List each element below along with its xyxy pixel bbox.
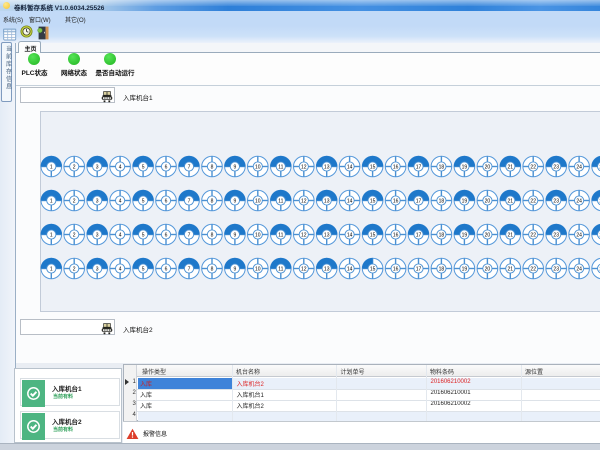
svg-text:12: 12 xyxy=(301,164,307,170)
svg-text:13: 13 xyxy=(324,266,330,272)
svg-text:24: 24 xyxy=(576,198,582,204)
svg-text:14: 14 xyxy=(347,164,353,170)
svg-text:17: 17 xyxy=(416,266,422,272)
svg-text:23: 23 xyxy=(553,198,559,204)
svg-text:22: 22 xyxy=(530,198,536,204)
svg-text:22: 22 xyxy=(530,232,536,238)
svg-text:14: 14 xyxy=(347,198,353,204)
svg-text:9: 9 xyxy=(234,198,237,204)
svg-text:21: 21 xyxy=(508,198,514,204)
svg-text:16: 16 xyxy=(393,232,399,238)
svg-text:13: 13 xyxy=(324,164,330,170)
svg-text:7: 7 xyxy=(188,232,191,238)
svg-text:19: 19 xyxy=(462,266,468,272)
svg-text:23: 23 xyxy=(553,266,559,272)
svg-text:3: 3 xyxy=(96,266,99,272)
svg-text:1: 1 xyxy=(50,232,53,238)
svg-text:6: 6 xyxy=(165,198,168,204)
svg-text:21: 21 xyxy=(508,266,514,272)
svg-text:3: 3 xyxy=(96,198,99,204)
svg-text:4: 4 xyxy=(119,232,122,238)
svg-text:1: 1 xyxy=(50,266,53,272)
svg-text:11: 11 xyxy=(278,232,283,238)
svg-text:15: 15 xyxy=(370,266,376,272)
svg-text:12: 12 xyxy=(301,266,307,272)
svg-text:15: 15 xyxy=(370,164,376,170)
svg-text:5: 5 xyxy=(142,266,145,272)
svg-text:2: 2 xyxy=(73,164,76,170)
svg-text:22: 22 xyxy=(530,266,536,272)
svg-text:12: 12 xyxy=(301,198,307,204)
svg-text:5: 5 xyxy=(142,232,145,238)
svg-text:18: 18 xyxy=(439,232,445,238)
svg-text:7: 7 xyxy=(188,164,191,170)
svg-text:20: 20 xyxy=(485,164,491,170)
svg-text:16: 16 xyxy=(393,266,399,272)
svg-text:11: 11 xyxy=(278,164,283,170)
svg-text:4: 4 xyxy=(119,164,122,170)
svg-text:14: 14 xyxy=(347,266,353,272)
svg-text:17: 17 xyxy=(416,164,422,170)
svg-text:4: 4 xyxy=(119,198,122,204)
svg-text:10: 10 xyxy=(255,232,261,238)
svg-text:18: 18 xyxy=(439,198,445,204)
svg-text:24: 24 xyxy=(576,164,582,170)
svg-text:9: 9 xyxy=(234,164,237,170)
svg-text:15: 15 xyxy=(370,198,376,204)
svg-text:20: 20 xyxy=(485,266,491,272)
svg-text:3: 3 xyxy=(96,164,99,170)
svg-text:13: 13 xyxy=(324,198,330,204)
svg-text:18: 18 xyxy=(439,164,445,170)
svg-text:19: 19 xyxy=(462,232,468,238)
svg-text:7: 7 xyxy=(188,266,191,272)
svg-text:10: 10 xyxy=(255,266,261,272)
svg-text:9: 9 xyxy=(234,266,237,272)
svg-text:7: 7 xyxy=(188,198,191,204)
svg-text:2: 2 xyxy=(73,266,76,272)
svg-text:5: 5 xyxy=(142,198,145,204)
svg-text:8: 8 xyxy=(211,266,214,272)
svg-text:24: 24 xyxy=(576,232,582,238)
svg-text:10: 10 xyxy=(255,198,261,204)
svg-text:8: 8 xyxy=(211,198,214,204)
svg-text:11: 11 xyxy=(278,266,283,272)
svg-text:10: 10 xyxy=(255,164,261,170)
svg-text:23: 23 xyxy=(553,164,559,170)
svg-text:2: 2 xyxy=(73,198,76,204)
svg-text:6: 6 xyxy=(165,164,168,170)
svg-text:20: 20 xyxy=(485,232,491,238)
svg-text:6: 6 xyxy=(165,232,168,238)
svg-text:19: 19 xyxy=(462,198,468,204)
svg-text:13: 13 xyxy=(324,232,330,238)
svg-text:21: 21 xyxy=(508,164,514,170)
svg-text:11: 11 xyxy=(278,198,283,204)
svg-text:17: 17 xyxy=(416,232,422,238)
svg-text:22: 22 xyxy=(530,164,536,170)
svg-text:4: 4 xyxy=(119,266,122,272)
svg-text:24: 24 xyxy=(576,266,582,272)
svg-text:16: 16 xyxy=(393,164,399,170)
svg-text:5: 5 xyxy=(142,164,145,170)
svg-text:14: 14 xyxy=(347,232,353,238)
svg-text:20: 20 xyxy=(485,198,491,204)
svg-text:2: 2 xyxy=(73,232,76,238)
svg-text:16: 16 xyxy=(393,198,399,204)
svg-text:1: 1 xyxy=(50,198,53,204)
svg-text:3: 3 xyxy=(96,232,99,238)
svg-text:15: 15 xyxy=(370,232,376,238)
svg-text:19: 19 xyxy=(462,164,468,170)
svg-text:23: 23 xyxy=(553,232,559,238)
svg-text:8: 8 xyxy=(211,232,214,238)
svg-text:6: 6 xyxy=(165,266,168,272)
svg-text:21: 21 xyxy=(508,232,514,238)
svg-text:12: 12 xyxy=(301,232,307,238)
svg-text:9: 9 xyxy=(234,232,237,238)
svg-text:17: 17 xyxy=(416,198,422,204)
svg-text:8: 8 xyxy=(211,164,214,170)
svg-text:1: 1 xyxy=(50,164,53,170)
svg-text:18: 18 xyxy=(439,266,445,272)
